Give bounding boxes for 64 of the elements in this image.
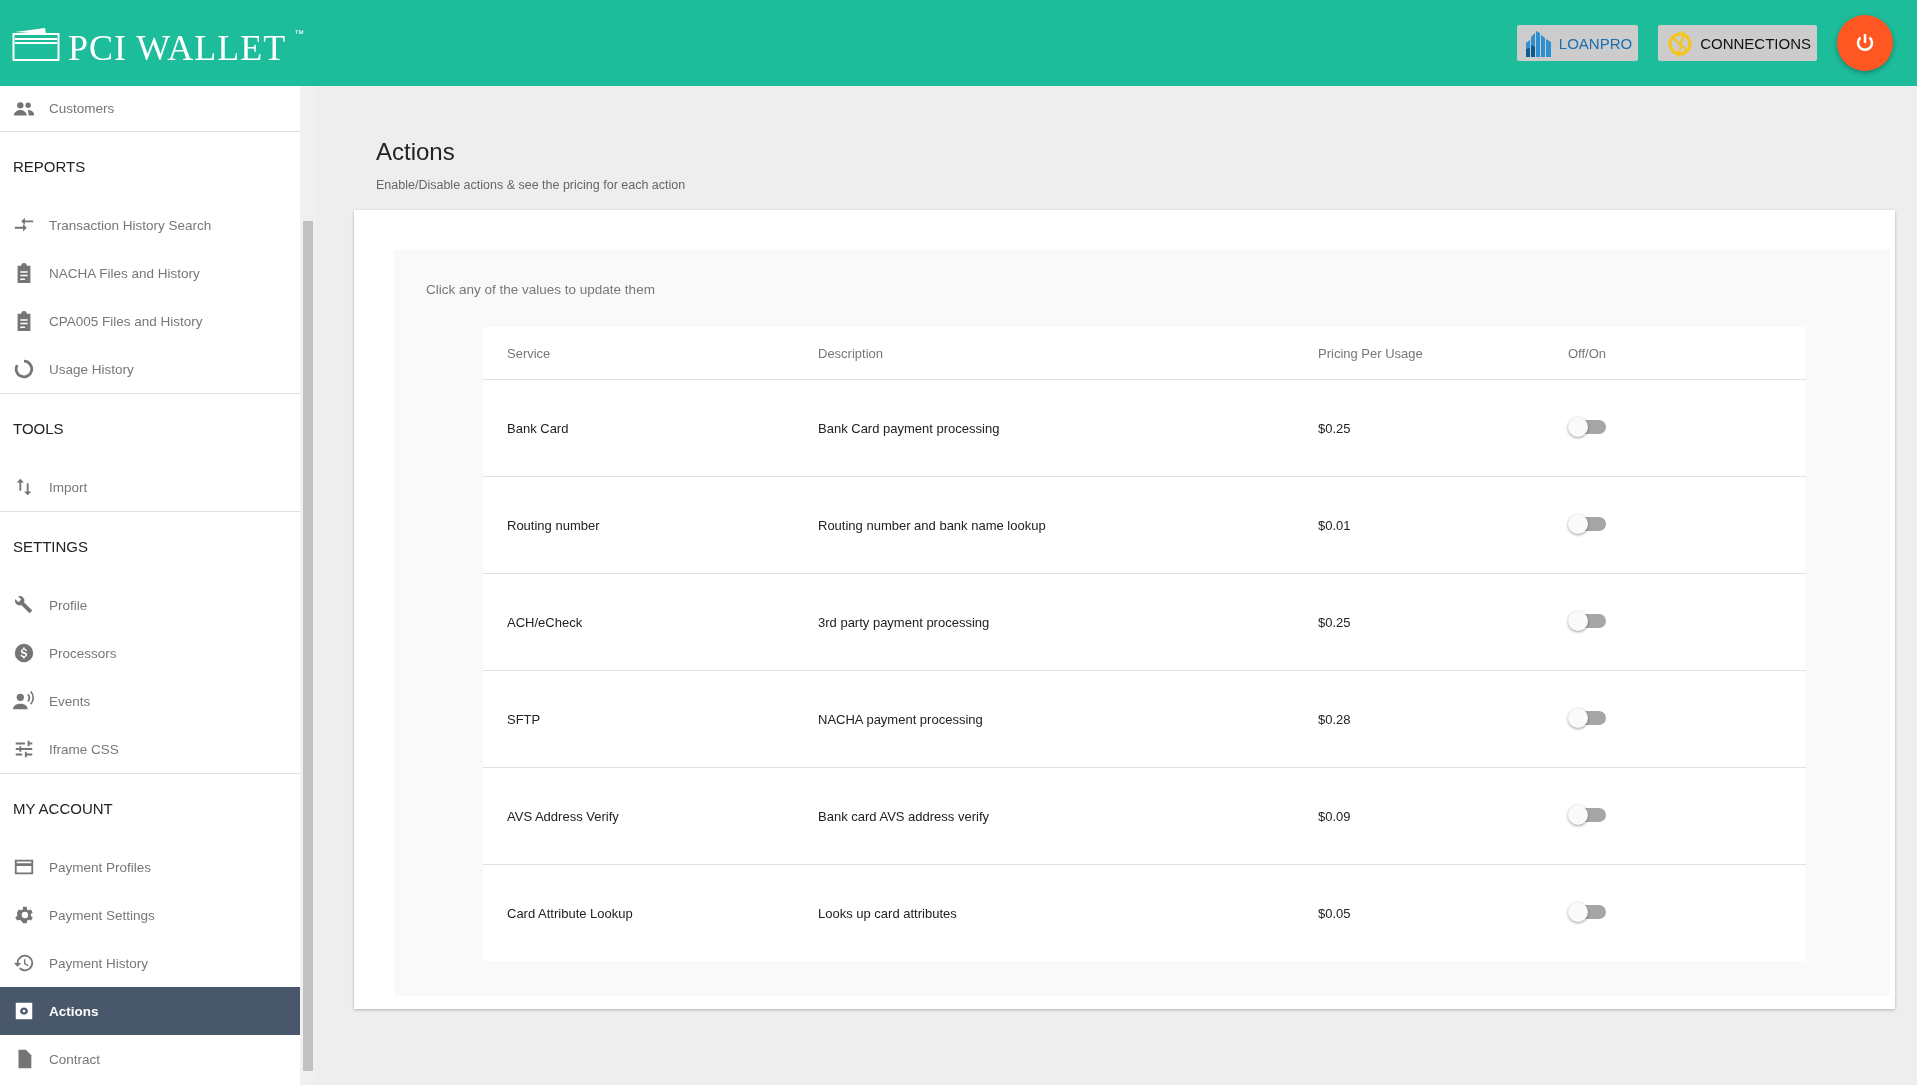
connections-button[interactable]: CONNECTIONS [1658,25,1817,61]
toggle-switch[interactable] [1570,419,1606,434]
table-cell: $0.05 [1294,864,1544,961]
sidebar-item[interactable]: Processors [0,629,300,677]
gear-icon [13,904,35,926]
column-header: Pricing Per Usage [1294,327,1544,380]
table-cell: AVS Address Verify [483,767,794,865]
sidebar-item[interactable]: Contract [0,1035,300,1083]
logo-text: PCI WALLET [68,30,287,66]
speaker-icon [13,690,35,712]
loanpro-button[interactable]: LOANPRO [1516,25,1639,61]
toggle-switch[interactable] [1570,710,1606,725]
table-cell: $0.01 [1294,476,1544,574]
section-heading: SETTINGS [12,537,89,557]
sidebar-item[interactable]: NACHA Files and History [0,249,300,297]
tune-icon [13,738,35,760]
ring-icon [13,358,35,380]
gearbox-icon [13,1000,35,1022]
table-cell: Routing number and bank name lookup [794,476,1294,574]
table-cell: Bank Card [483,379,794,477]
column-header: Service [483,327,794,380]
sidebar-item[interactable]: Profile [0,581,300,629]
history-icon [13,952,35,974]
sidebar-item[interactable]: Events [0,677,300,725]
table-cell: Routing number [483,476,794,574]
table-cell: 3rd party payment processing [794,573,1294,671]
column-header: Description [794,327,1294,380]
page-subtitle: Enable/Disable actions & see the pricing for each action [376,178,687,192]
sidebar-item[interactable]: Iframe CSS [0,725,300,773]
table-cell: $0.25 [1294,379,1544,477]
table-cell: NACHA payment processing [794,670,1294,768]
sidebar-item[interactable]: Payment Settings [0,891,300,939]
section-heading: REPORTS [12,157,87,177]
sidebar-item[interactable]: Payment Profiles [0,843,300,891]
page-title: Actions [376,138,456,166]
section-heading: TOOLS [12,419,65,439]
sidebar-item[interactable]: Customers [0,86,300,131]
sidebar-item[interactable]: Transaction History Search [0,201,300,249]
dollar-icon [13,642,35,664]
wrench-icon [13,594,35,616]
sidebar-item[interactable]: Usage History [0,345,300,393]
toggle-switch[interactable] [1570,904,1606,919]
table-cell: $0.09 [1294,767,1544,865]
table-cell: $0.25 [1294,573,1544,671]
toggle-switch[interactable] [1570,516,1606,531]
toggle-switch[interactable] [1570,807,1606,822]
table-cell: SFTP [483,670,794,768]
power-button[interactable] [1837,15,1893,71]
sidebar-item[interactable]: Actions [0,987,300,1035]
column-header: Off/On [1544,327,1806,380]
trademark-mark: ™ [294,28,305,39]
sidebar-item[interactable]: CPA005 Files and History [0,297,300,345]
section-heading: MY ACCOUNT [12,799,114,819]
table-cell: Bank card AVS address verify [794,767,1294,865]
table-cell: Card Attribute Lookup [483,864,794,961]
table-cell: ACH/eCheck [483,573,794,671]
sidebar-item[interactable]: Import [0,463,300,511]
sidebar-item[interactable]: Payment History [0,939,300,987]
hint-text: Click any of the values to update them [426,282,656,297]
toggle-switch[interactable] [1570,613,1606,628]
wallet-logo-icon [12,26,60,62]
table-cell: $0.28 [1294,670,1544,768]
table-cell: Looks up card attributes [794,864,1294,961]
table-cell: Bank Card payment processing [794,379,1294,477]
